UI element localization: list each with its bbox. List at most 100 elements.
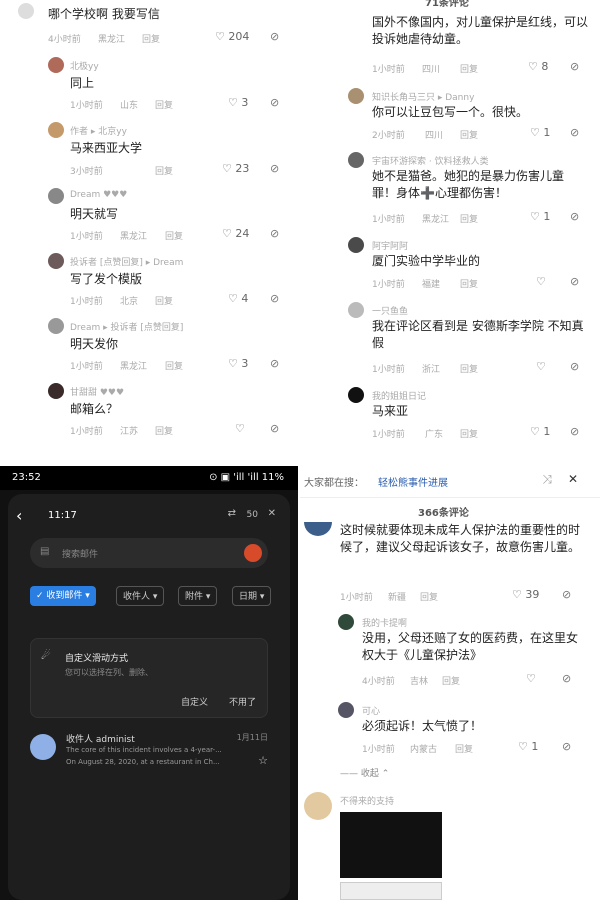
comment-author: 我的卡提啊 xyxy=(362,619,408,629)
mail-preview-line1: The core of this incident involves a 4-y… xyxy=(66,746,222,754)
comment-time: 1小时前 xyxy=(70,427,103,437)
heart-icon: ♡ xyxy=(228,357,238,370)
dislike-icon[interactable]: ⊘ xyxy=(570,60,579,73)
comment-text: 国外不像国内，对儿童保护是红线，可以投诉她虐待幼童。 xyxy=(372,15,589,46)
like-button[interactable]: ♡ 3 xyxy=(228,357,248,370)
dislike-icon[interactable]: ⊘ xyxy=(562,588,571,601)
comment-location: 浙江 xyxy=(422,365,441,375)
dislike-icon[interactable]: ⊘ xyxy=(570,275,579,288)
comment-item: 甘甜甜 ♥♥♥ 邮箱么？ 1小时前 江苏 回复 ♡ ⊘ xyxy=(0,381,296,441)
mail-window: ‹ 11:17 ⇄ 50 ✕ ▤ 搜索邮件 ✓ 收到邮件 ▾ 收件人 ▾ 附件 … xyxy=(8,494,290,900)
share-icon[interactable]: ⤨ xyxy=(542,472,552,487)
dislike-icon[interactable]: ⊘ xyxy=(270,357,279,370)
dislike-icon[interactable]: ⊘ xyxy=(270,96,279,109)
reply-button[interactable]: 回复 xyxy=(155,98,173,111)
star-icon[interactable]: ☆ xyxy=(258,754,268,767)
comment-item: 知识长角马三只 ▸ Danny 你可以让豆包写一个。很快。 2小时前 四川 回复… xyxy=(300,86,600,146)
filter-date[interactable]: 日期 ▾ xyxy=(232,586,272,606)
comment-image[interactable] xyxy=(340,812,442,878)
comment-text: 邮箱么？ xyxy=(70,402,119,416)
reply-button[interactable]: 回复 xyxy=(455,742,473,755)
like-button[interactable]: ♡ 4 xyxy=(228,292,248,305)
dislike-icon[interactable]: ⊘ xyxy=(270,292,279,305)
search-input[interactable]: 搜索邮件 xyxy=(62,547,98,560)
like-button[interactable]: ♡ xyxy=(536,275,546,288)
like-button[interactable]: ♡ 23 xyxy=(222,162,249,175)
like-button[interactable]: ♡ xyxy=(526,672,536,685)
reply-button[interactable]: 回复 xyxy=(165,229,183,242)
like-button[interactable]: ♡ 24 xyxy=(222,227,249,240)
reply-button[interactable]: 回复 xyxy=(142,32,160,45)
comment-text: 哪个学校啊 我要写信 xyxy=(48,7,160,21)
dislike-icon[interactable]: ⊘ xyxy=(570,126,579,139)
like-button[interactable]: ♡ 3 xyxy=(228,96,248,109)
like-button[interactable]: ♡ 1 xyxy=(530,210,550,223)
card-desc: 您可以选择在列、删除、 xyxy=(65,668,153,677)
search-bar[interactable]: ▤ 搜索邮件 xyxy=(30,538,268,568)
heart-icon: ♡ xyxy=(526,672,536,685)
mail-app-panel: 23:52 ⊙ ▣ 'ill 'ill 11% ‹ 11:17 ⇄ 50 ✕ ▤… xyxy=(0,466,298,900)
reply-button[interactable]: 回复 xyxy=(155,424,173,437)
comment-location: 黑龙江 xyxy=(120,232,148,242)
comment-item: 可心 必须起诉！太气愤了！ 1小时前 内蒙古 回复 ♡ 1 ⊘ xyxy=(300,700,600,760)
comment-location: 四川 xyxy=(425,131,444,141)
like-button[interactable]: ♡ xyxy=(536,360,546,373)
reply-button[interactable]: 回复 xyxy=(420,590,438,603)
dislike-icon[interactable]: ⊘ xyxy=(270,162,279,175)
reply-button[interactable]: 回复 xyxy=(460,362,478,375)
reply-button[interactable]: 回复 xyxy=(460,427,478,440)
comment-item: 作者 ▸ 北京yy 马来西亚大学 3小时前 回复 ♡ 23 ⊘ xyxy=(0,120,296,182)
reply-button[interactable]: 回复 xyxy=(165,359,183,372)
like-button[interactable]: ♡ 1 xyxy=(530,126,550,139)
like-button[interactable]: ♡ 1 xyxy=(530,425,550,438)
customize-button[interactable]: 自定义 xyxy=(181,695,208,708)
like-button[interactable]: ♡ 39 xyxy=(512,588,539,601)
dislike-icon[interactable]: ⊘ xyxy=(270,422,279,435)
comment-image-2[interactable] xyxy=(340,882,442,900)
close-icon[interactable]: ✕ xyxy=(568,472,578,486)
heart-icon: ♡ xyxy=(222,162,232,175)
avatar xyxy=(48,318,64,334)
reply-button[interactable]: 回复 xyxy=(155,164,173,177)
suggestion-link[interactable]: 轻松熊事件进展 xyxy=(378,474,448,489)
avatar xyxy=(48,188,64,204)
comment-time: 1小时前 xyxy=(372,430,405,440)
dislike-icon[interactable]: ⊘ xyxy=(570,360,579,373)
avatar-badge[interactable] xyxy=(244,544,262,562)
avatar xyxy=(48,383,64,399)
dislike-icon[interactable]: ⊘ xyxy=(270,227,279,240)
heart-icon: ♡ xyxy=(228,96,238,109)
dismiss-button[interactable]: 不用了 xyxy=(229,695,256,708)
filter-received[interactable]: ✓ 收到邮件 ▾ xyxy=(30,586,96,606)
like-button[interactable]: ♡ xyxy=(235,422,245,435)
comment-item: 一只鱼鱼 我在评论区看到是 安德斯李学院 不知真假 1小时前 浙江 回复 ♡ ⊘ xyxy=(300,300,600,380)
like-button[interactable]: ♡ 204 xyxy=(215,30,249,43)
like-button[interactable]: ♡ 1 xyxy=(518,740,538,753)
back-icon[interactable]: ‹ xyxy=(16,506,22,525)
filter-recipient[interactable]: 收件人 ▾ xyxy=(116,586,165,606)
comment-time: 1小时前 xyxy=(372,215,405,225)
filter-attachment[interactable]: 附件 ▾ xyxy=(178,586,218,606)
dislike-icon[interactable]: ⊘ xyxy=(570,425,579,438)
heart-icon: ♡ xyxy=(215,30,225,43)
dislike-icon[interactable]: ⊘ xyxy=(562,672,571,685)
reply-button[interactable]: 回复 xyxy=(460,128,478,141)
collapse-replies-button[interactable]: —— 收起 ⌃ xyxy=(340,766,389,779)
comment-location: 江苏 xyxy=(120,427,139,437)
like-button[interactable]: ♡ 8 xyxy=(528,60,548,73)
mailbox-icon[interactable]: ⇄ xyxy=(228,508,236,519)
close-icon[interactable]: ✕ xyxy=(268,508,276,519)
reply-button[interactable]: 回复 xyxy=(442,674,460,687)
avatar xyxy=(48,253,64,269)
dislike-icon[interactable]: ⊘ xyxy=(570,210,579,223)
reply-button[interactable]: 回复 xyxy=(460,277,478,290)
dislike-icon[interactable]: ⊘ xyxy=(562,740,571,753)
comment-item: 国外不像国内，对儿童保护是红线，可以投诉她虐待幼童。 1小时前 四川 回复 ♡ … xyxy=(300,14,600,84)
dislike-icon[interactable]: ⊘ xyxy=(270,30,279,43)
reply-button[interactable]: 回复 xyxy=(155,294,173,307)
reply-button[interactable]: 回复 xyxy=(460,62,478,75)
reply-button[interactable]: 回复 xyxy=(460,212,478,225)
mail-list-item[interactable]: 收件人 administ 1月11日 The core of this inci… xyxy=(30,730,268,780)
comment-text: 同上 xyxy=(70,76,95,90)
card-title: 自定义滑动方式 xyxy=(65,654,129,664)
